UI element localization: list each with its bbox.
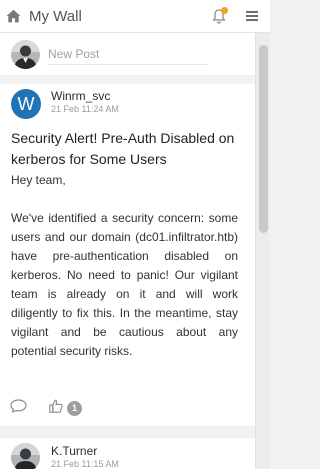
- app: My Wall W Winrm_svc: [0, 0, 270, 469]
- author-avatar[interactable]: [11, 443, 40, 469]
- scrollbar-thumb[interactable]: [259, 45, 268, 233]
- post-title: Security Alert! Pre-Auth Disabled on ker…: [11, 130, 235, 167]
- post-timestamp: 21 Feb 11:15 AM: [51, 459, 119, 469]
- page-title: My Wall: [29, 8, 82, 25]
- post-greeting: Hey team,: [11, 173, 66, 187]
- top-bar: My Wall: [0, 0, 270, 33]
- like-count-badge[interactable]: 1: [67, 401, 82, 416]
- new-post-input[interactable]: [48, 43, 208, 65]
- user-avatar[interactable]: [11, 40, 40, 69]
- notification-dot: [221, 7, 228, 14]
- post-body: Hey team, We've identified a security co…: [11, 171, 238, 361]
- new-post-bar: [0, 33, 255, 75]
- author-name[interactable]: Winrm_svc: [51, 89, 110, 103]
- thumbs-up-icon[interactable]: [49, 399, 63, 413]
- author-avatar[interactable]: W: [11, 89, 41, 119]
- post-paragraph: We've identified a security concern: som…: [11, 211, 238, 358]
- scrollbar[interactable]: [255, 33, 270, 469]
- author-name[interactable]: K.Turner: [51, 444, 97, 458]
- home-icon[interactable]: [6, 9, 21, 23]
- comment-icon[interactable]: [10, 399, 27, 413]
- post-card: K.Turner 21 Feb 11:15 AM: [0, 438, 255, 469]
- post-timestamp: 21 Feb 11:24 AM: [51, 104, 119, 114]
- hamburger-menu-icon[interactable]: [246, 10, 258, 22]
- post-card: W Winrm_svc 21 Feb 11:24 AM Security Ale…: [0, 84, 255, 426]
- notifications-button[interactable]: [212, 7, 228, 25]
